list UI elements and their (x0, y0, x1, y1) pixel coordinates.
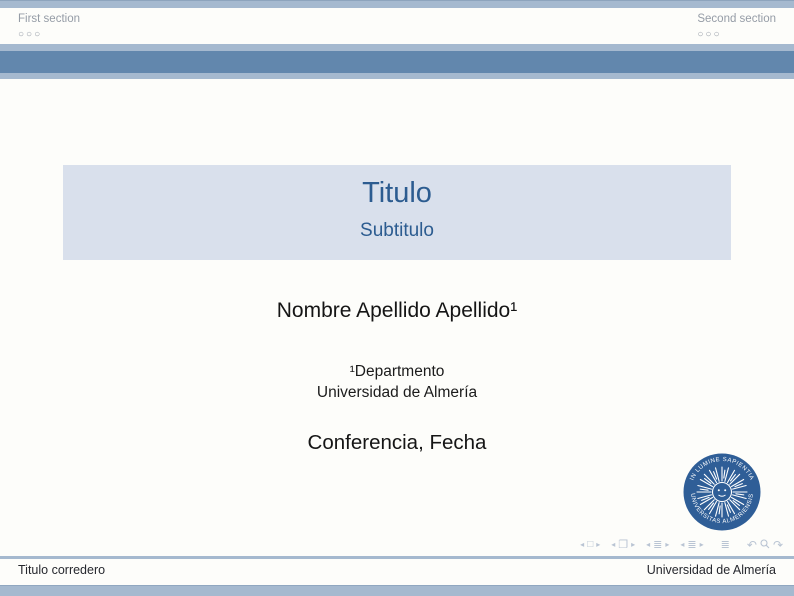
frames-icon[interactable]: ❐ (618, 538, 628, 552)
next-subsection-icon[interactable]: ▸ (665, 538, 669, 552)
prev-subsection-icon[interactable]: ◂ (646, 538, 650, 552)
prev-section-icon[interactable]: ◂ (680, 538, 684, 552)
prev-slide-icon[interactable]: ◂ (580, 538, 584, 552)
footer-short-title: Titulo corredero (18, 563, 105, 577)
prev-frame-icon[interactable]: ◂ (611, 538, 615, 552)
presentation-subtitle: Subtitulo (360, 219, 434, 243)
presentation-title: Titulo (362, 176, 432, 210)
next-section-icon[interactable]: ▸ (700, 538, 704, 552)
headline-bar-bottom-stripe (0, 73, 794, 79)
footer-separator-line (0, 556, 794, 559)
appendix-icon[interactable]: ≣ (721, 538, 730, 552)
go-forward-icon[interactable]: ↷ (773, 538, 783, 552)
title-box: Titulo Subtitulo (63, 165, 731, 260)
beamer-title-slide: First section ○○○ Second section ○○○ Tit… (0, 0, 794, 596)
subsection-icon[interactable]: ≣ (653, 538, 662, 552)
section-icon[interactable]: ≣ (687, 538, 696, 552)
bottom-decoration-bar (0, 585, 794, 596)
section-label-first[interactable]: First section (18, 12, 80, 27)
institute-university: Universidad de Almería (0, 382, 794, 403)
headline-bar-top-stripe (0, 44, 794, 51)
go-back-icon[interactable]: ↶ (747, 538, 757, 552)
next-slide-icon[interactable]: ▸ (596, 538, 600, 552)
section-nav-first[interactable]: First section ○○○ (18, 12, 80, 41)
institute-department: ¹Departmento (0, 361, 794, 382)
seal-disc (684, 454, 761, 531)
top-decoration-bar (0, 0, 794, 8)
next-frame-icon[interactable]: ▸ (631, 538, 635, 552)
footer-institution: Universidad de Almería (647, 563, 776, 577)
navigation-symbols-bar: ◂ □ ▸ ◂ ❐ ▸ ◂ ≣ ▸ ◂ ≣ ▸ ≣ ↶ (580, 538, 783, 552)
frame-dots-first[interactable]: ○○○ (18, 28, 80, 41)
institute-block: ¹Departmento Universidad de Almería (0, 361, 794, 403)
author-name: Nombre Apellido Apellido¹ (0, 299, 794, 323)
frame-dots-second[interactable]: ○○○ (697, 28, 776, 41)
university-seal-logo: IN LUMINE SAPIENTIA UNIVERSITAS ALMERIEN… (683, 453, 761, 531)
section-nav-second[interactable]: Second section ○○○ (697, 12, 776, 41)
search-icon[interactable] (760, 538, 770, 552)
section-label-second[interactable]: Second section (697, 12, 776, 27)
headline-bar (0, 51, 794, 73)
slide-icon[interactable]: □ (587, 538, 593, 552)
conference-date: Conferencia, Fecha (0, 431, 794, 455)
